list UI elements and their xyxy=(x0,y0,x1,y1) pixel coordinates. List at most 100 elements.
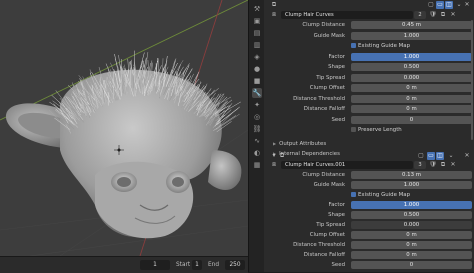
start-frame-field[interactable]: 1 xyxy=(192,260,202,270)
property-row: Shape0.500 xyxy=(267,63,472,71)
monkey-right-ear xyxy=(208,150,241,190)
node-group-icon[interactable]: ⧈ xyxy=(270,161,278,169)
viewport-toggle-icon[interactable]: ▭ xyxy=(436,1,444,9)
unlink-icon[interactable]: ✕ xyxy=(449,161,457,169)
property-value-field[interactable]: 0 m xyxy=(351,231,472,239)
modifier-icon[interactable]: 🔧 xyxy=(252,88,262,98)
end-frame-label: End xyxy=(208,260,219,270)
property-label: Distance Threshold xyxy=(293,95,345,103)
node-group-users[interactable]: 2 xyxy=(414,11,426,19)
property-value-field[interactable]: 0 m xyxy=(351,105,472,113)
view-layer-icon[interactable]: ▥ xyxy=(252,40,262,50)
property-value-field[interactable]: 0.13 m xyxy=(351,171,472,179)
preserve-length-checkbox[interactable]: Preserve Length xyxy=(267,126,472,134)
property-value-field[interactable]: 0 xyxy=(351,116,472,124)
current-frame-field[interactable]: 1 xyxy=(140,260,170,270)
dropdown-chevron-icon[interactable]: ⌄ xyxy=(455,1,463,9)
tool-icon[interactable]: ⚒ xyxy=(252,4,262,14)
property-label: Distance Threshold xyxy=(293,241,345,249)
end-frame-field[interactable]: 250 xyxy=(225,260,245,270)
constraints-icon[interactable]: ⛓ xyxy=(252,124,262,134)
fake-user-icon[interactable]: 🛡 xyxy=(429,161,437,169)
property-value-field[interactable]: 0.45 m xyxy=(351,21,472,29)
checkbox-checked-icon[interactable] xyxy=(351,192,356,197)
node-group-icon[interactable]: ⧈ xyxy=(270,11,278,19)
render-toggle-icon[interactable]: ◫ xyxy=(445,1,453,9)
property-label: Seed xyxy=(332,116,345,124)
edit-mode-icon[interactable]: ▢ xyxy=(417,152,425,160)
property-value-field[interactable]: 0.500 xyxy=(351,63,472,71)
property-value-field[interactable]: 0 m xyxy=(351,95,472,103)
property-label: Clump Distance xyxy=(302,21,345,29)
property-row: Distance Falloff 0 m xyxy=(267,105,472,113)
checkbox-unchecked-icon[interactable] xyxy=(351,127,356,132)
subpanel-output-attributes[interactable]: ▶Output Attributes xyxy=(273,140,472,148)
node-group-users[interactable]: 3 xyxy=(414,161,426,169)
property-label: Clump Distance xyxy=(302,171,345,179)
property-row: Clump Offset0 m xyxy=(267,84,472,92)
property-label: Factor xyxy=(328,53,345,61)
dropdown-chevron-icon[interactable]: ⌄ xyxy=(447,152,455,160)
data-icon[interactable]: ∿ xyxy=(252,136,262,146)
render-toggle-icon[interactable]: ◫ xyxy=(436,152,444,160)
property-row: Seed 0 xyxy=(267,116,472,124)
scrollbar[interactable] xyxy=(471,20,473,140)
property-value-field[interactable]: 0.500 xyxy=(351,211,472,219)
node-group-name[interactable]: Clump Hair Curves xyxy=(281,11,413,19)
property-value-field[interactable]: 1.000 xyxy=(351,181,472,189)
physics-icon[interactable]: ◎ xyxy=(252,112,262,122)
property-row: Clump Offset0 m xyxy=(267,231,472,239)
property-label: Distance Falloff xyxy=(304,105,345,113)
property-value-field[interactable]: 0 xyxy=(351,261,472,269)
output-icon[interactable]: ▤ xyxy=(252,28,262,38)
property-value-field[interactable]: 0 m xyxy=(351,241,472,249)
close-icon[interactable]: ✕ xyxy=(463,1,471,9)
property-value-field[interactable]: 1.000 xyxy=(351,201,472,209)
property-label: Guide Mask xyxy=(314,181,345,189)
property-row: Shape0.500 xyxy=(267,211,472,219)
viewport-scene xyxy=(0,0,248,256)
modifier-properties-panel: ⧉ ▢ ▭ ◫ ⌄ ✕ ⧈ Clump Hair Curves 2 🛡 ⧉ ✕ … xyxy=(264,0,474,272)
property-label: Factor xyxy=(328,201,345,209)
property-row: Tip Spread0.000 xyxy=(267,221,472,229)
checkbox-label: Existing Guide Map xyxy=(358,42,410,50)
object-icon[interactable]: ■ xyxy=(252,76,262,86)
property-row: Seed0 xyxy=(267,261,472,269)
property-row: Clump Distance 0.13 m xyxy=(267,171,472,179)
edit-mode-icon[interactable]: ▢ xyxy=(427,1,435,9)
3d-viewport[interactable] xyxy=(0,0,248,256)
world-icon[interactable]: ● xyxy=(252,64,262,74)
property-row: Tip Spread 0.000 xyxy=(267,74,472,82)
property-row: Guide Mask 1.000 xyxy=(267,181,472,189)
modifier-header-top: ⧉ ▢ ▭ ◫ ⌄ ✕ xyxy=(267,0,472,10)
property-value-field[interactable]: 1.000 xyxy=(351,32,472,40)
property-value-field[interactable]: 0.000 xyxy=(351,221,472,229)
scene-icon[interactable]: ◈ xyxy=(252,52,262,62)
property-label: Guide Mask xyxy=(314,32,345,40)
render-icon[interactable]: ▣ xyxy=(252,16,262,26)
existing-guide-map-checkbox[interactable]: Existing Guide Map xyxy=(267,42,472,50)
property-value-field[interactable]: 1.000 xyxy=(351,53,472,61)
property-label: Tip Spread xyxy=(316,74,345,82)
fake-user-icon[interactable]: 🛡 xyxy=(429,11,437,19)
subpanel-label: Output Attributes xyxy=(279,141,326,147)
property-value-field[interactable]: 0.000 xyxy=(351,74,472,82)
viewport-toggle-icon[interactable]: ▭ xyxy=(427,152,435,160)
timeline-bar: 1 Start 1 End 250 xyxy=(0,256,248,273)
properties-tab-strip: ⚒ ▣ ▤ ▥ ◈ ● ■ 🔧 ✦ ◎ ⛓ ∿ ◐ ▦ xyxy=(248,0,265,272)
checkbox-checked-icon[interactable] xyxy=(351,43,356,48)
unlink-icon[interactable]: ✕ xyxy=(449,11,457,19)
existing-guide-map-checkbox[interactable]: Existing Guide Map xyxy=(267,191,472,199)
property-value-field[interactable]: 0 m xyxy=(351,84,472,92)
duplicate-icon[interactable]: ⧉ xyxy=(439,161,447,169)
node-group-name[interactable]: Clump Hair Curves.001 xyxy=(281,161,413,169)
texture-icon[interactable]: ▦ xyxy=(252,160,262,170)
collapse-arrow-icon[interactable]: ▾ xyxy=(270,152,278,160)
property-value-field[interactable]: 0 m xyxy=(351,251,472,259)
duplicate-icon[interactable]: ⧉ xyxy=(439,11,447,19)
particles-icon[interactable]: ✦ xyxy=(252,100,262,110)
close-icon[interactable]: ✕ xyxy=(463,152,471,160)
node-tree-icon: ⧉ xyxy=(278,152,286,160)
property-row: Guide Mask 1.000 xyxy=(267,32,472,40)
material-icon[interactable]: ◐ xyxy=(252,148,262,158)
